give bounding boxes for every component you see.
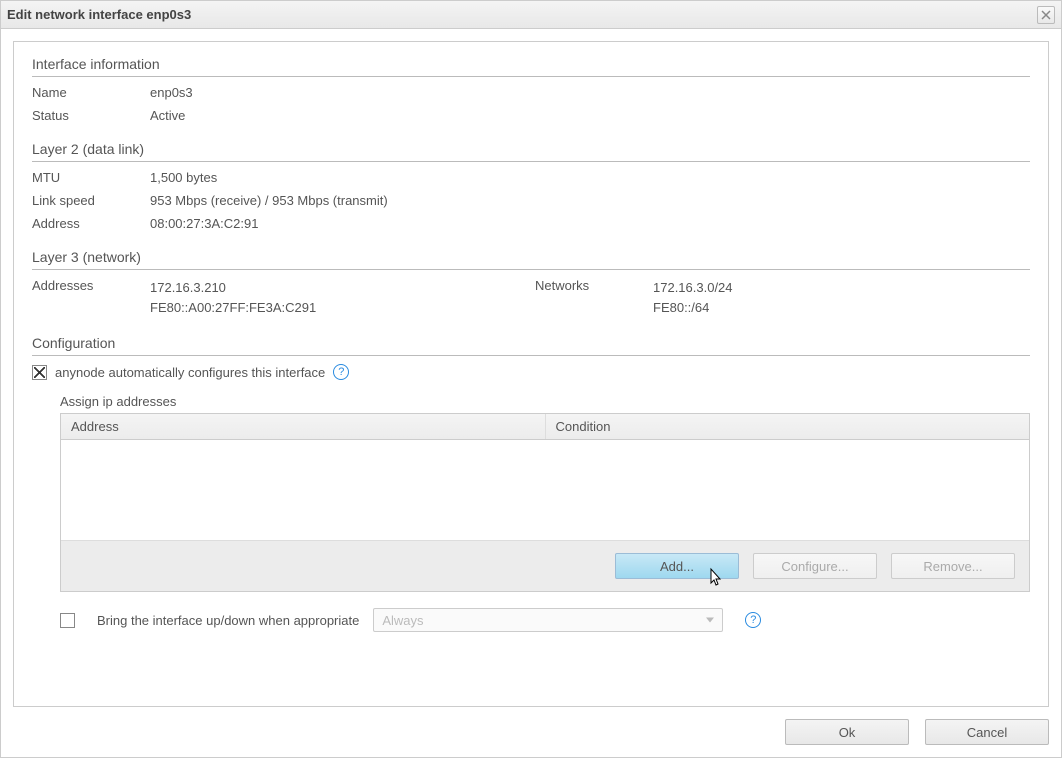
ip-table-footer: Add... Configure... Remove... (61, 540, 1029, 591)
address-value: 172.16.3.210 (150, 278, 527, 298)
cancel-button[interactable]: Cancel (925, 719, 1049, 745)
bring-updown-checkbox[interactable] (60, 613, 75, 628)
close-button[interactable] (1037, 6, 1055, 24)
dialog-window: Edit network interface enp0s3 Interface … (0, 0, 1062, 758)
help-icon[interactable]: ? (745, 612, 761, 628)
form-panel: Interface information Name enp0s3 Status… (13, 41, 1049, 707)
col-condition-header[interactable]: Condition (545, 414, 1029, 440)
addresses-values: 172.16.3.210 FE80::A00:27FF:FE3A:C291 (150, 278, 527, 317)
auto-configure-label: anynode automatically configures this in… (55, 365, 325, 380)
ok-button[interactable]: Ok (785, 719, 909, 745)
networks-label: Networks (535, 278, 645, 317)
interface-info-grid: Name enp0s3 Status Active (32, 85, 1030, 123)
assign-ip-label: Assign ip addresses (60, 394, 1030, 409)
bring-updown-combo-value: Always (382, 613, 423, 628)
linkspeed-value: 953 Mbps (receive) / 953 Mbps (transmit) (150, 193, 1030, 208)
mac-address-value: 08:00:27:3A:C2:91 (150, 216, 1030, 231)
address-value: FE80::A00:27FF:FE3A:C291 (150, 298, 527, 318)
bring-updown-row: Bring the interface up/down when appropr… (60, 608, 1030, 632)
network-value: FE80::/64 (653, 298, 1030, 318)
titlebar: Edit network interface enp0s3 (1, 1, 1061, 29)
section-heading-layer3: Layer 3 (network) (32, 249, 1030, 270)
auto-configure-row: anynode automatically configures this in… (32, 364, 1030, 380)
window-title: Edit network interface enp0s3 (7, 7, 1037, 22)
network-value: 172.16.3.0/24 (653, 278, 1030, 298)
mtu-value: 1,500 bytes (150, 170, 1030, 185)
auto-configure-checkbox[interactable] (32, 365, 47, 380)
help-icon[interactable]: ? (333, 364, 349, 380)
ip-table: Address Condition (61, 414, 1029, 440)
bring-updown-combo[interactable]: Always (373, 608, 723, 632)
dialog-footer: Ok Cancel (13, 719, 1049, 745)
mtu-label: MTU (32, 170, 142, 185)
ip-table-wrap: Address Condition Add... (60, 413, 1030, 592)
name-label: Name (32, 85, 142, 100)
section-heading-layer2: Layer 2 (data link) (32, 141, 1030, 162)
networks-values: 172.16.3.0/24 FE80::/64 (653, 278, 1030, 317)
layer2-grid: MTU 1,500 bytes Link speed 953 Mbps (rec… (32, 170, 1030, 231)
status-value: Active (150, 108, 1030, 123)
dialog-body: Interface information Name enp0s3 Status… (1, 29, 1061, 757)
add-button[interactable]: Add... (615, 553, 739, 579)
mac-address-label: Address (32, 216, 142, 231)
section-heading-interface-info: Interface information (32, 56, 1030, 77)
ip-table-body[interactable] (61, 440, 1029, 540)
linkspeed-label: Link speed (32, 193, 142, 208)
col-address-header[interactable]: Address (61, 414, 545, 440)
section-heading-configuration: Configuration (32, 335, 1030, 356)
addresses-label: Addresses (32, 278, 142, 317)
assign-ip-section: Assign ip addresses Address Condition (60, 394, 1030, 592)
close-icon (1041, 10, 1051, 20)
name-value: enp0s3 (150, 85, 1030, 100)
layer3-grid: Addresses 172.16.3.210 FE80::A00:27FF:FE… (32, 278, 1030, 317)
configure-button[interactable]: Configure... (753, 553, 877, 579)
remove-button[interactable]: Remove... (891, 553, 1015, 579)
bring-updown-label: Bring the interface up/down when appropr… (97, 613, 359, 628)
status-label: Status (32, 108, 142, 123)
